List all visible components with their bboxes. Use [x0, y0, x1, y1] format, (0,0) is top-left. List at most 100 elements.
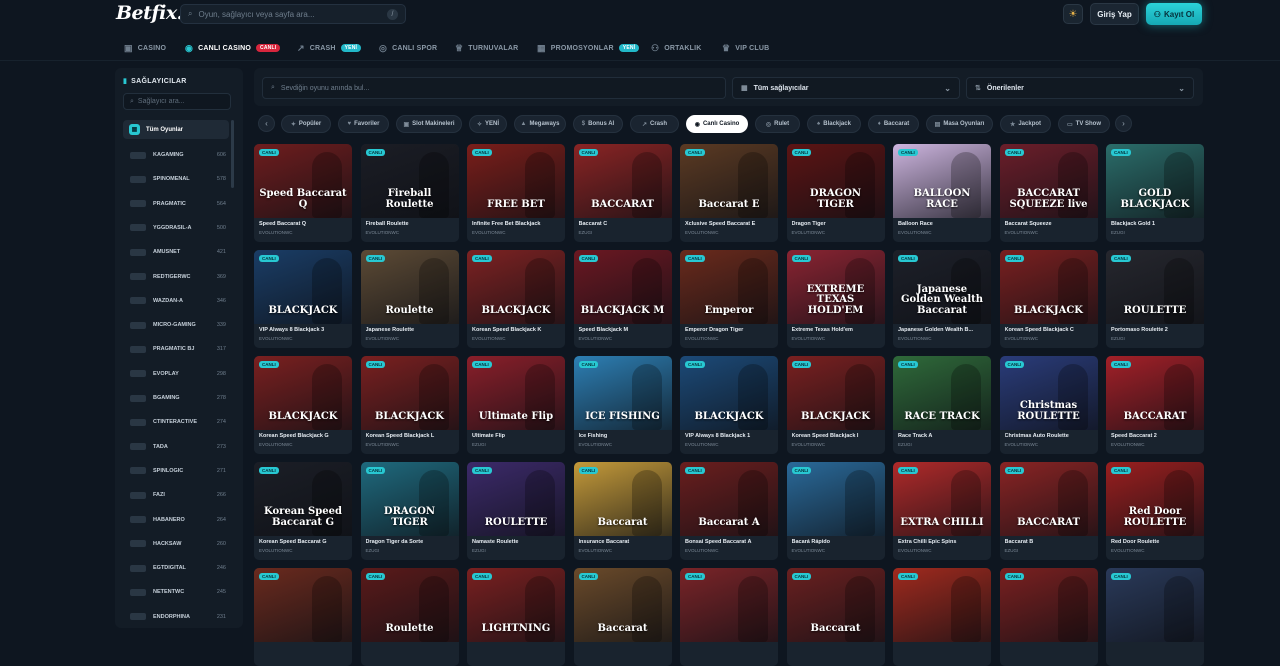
game-thumbnail[interactable]: CANLI [680, 568, 778, 642]
game-card[interactable]: BACCARAT CANLI Baccarat B EZUGI [999, 462, 1098, 560]
game-card[interactable]: ROULETTE CANLI Namaste Roulette EZUGI [467, 462, 565, 560]
sidebar-item-provider[interactable]: WAZDAN-A 346 [130, 294, 226, 308]
game-card[interactable]: GOLD BLACKJACK CANLI Blackjack Gold 1 EZUGI [1106, 144, 1204, 242]
game-thumbnail[interactable]: BLACKJACK CANLI [254, 356, 352, 430]
provider-search-input[interactable]: ⌕ Sağlayıcı ara... [123, 93, 231, 110]
chip-megaways[interactable]: ▲ Megaways [514, 115, 566, 133]
nav-item-promosyonlar[interactable]: ▦ PROMOSYONLAR YENİ [537, 35, 640, 61]
sidebar-item-provider[interactable]: SPINLOGIC 271 [130, 464, 226, 478]
game-card[interactable]: Baccarat CANLI [786, 568, 885, 666]
chip-crash[interactable]: ↗ Crash [630, 115, 679, 133]
game-card[interactable]: BACCARAT CANLI Speed Baccarat 2 EVOLUTIONWC [1106, 356, 1204, 454]
game-card[interactable]: Red Door ROULETTE CANLI Red Door Roulette E… [1106, 462, 1204, 560]
game-card[interactable]: Fireball Roulette CANLI Fireball Roulette E… [360, 144, 459, 242]
game-thumbnail[interactable]: Baccarat CANLI [786, 568, 885, 642]
game-thumbnail[interactable]: CANLI [999, 568, 1098, 642]
game-card[interactable]: Roulette CANLI [360, 568, 459, 666]
game-thumbnail[interactable]: BLACKJACK CANLI [786, 356, 885, 430]
game-card[interactable]: RACE TRACK CANLI Race Track A EZUGI [893, 356, 991, 454]
game-thumbnail[interactable]: DRAGON TIGER CANLI [360, 462, 459, 536]
game-thumbnail[interactable]: EXTRA CHILLI CANLI [893, 462, 991, 536]
game-card[interactable]: EXTREME TEXAS HOLD'EM CANLI Extreme Texas … [786, 250, 885, 348]
sidebar-scrollbar[interactable] [231, 120, 234, 188]
game-card[interactable]: BLACKJACK CANLI Korean Speed Blackjack K EV… [467, 250, 565, 348]
game-thumbnail[interactable]: Baccarat E CANLI [680, 144, 778, 218]
game-thumbnail[interactable]: BLACKJACK CANLI [680, 356, 778, 430]
sidebar-item-provider[interactable]: ENDORPHINA 231 [130, 610, 226, 624]
game-thumbnail[interactable]: Japanese Golden Wealth Baccarat CANLI [893, 250, 991, 324]
game-thumbnail[interactable]: CANLI [893, 568, 991, 642]
game-thumbnail[interactable]: Ultimate Flip CANLI [467, 356, 565, 430]
sidebar-item-provider[interactable]: SPINOMENAL 578 [130, 172, 226, 186]
game-thumbnail[interactable]: FREE BET CANLI [467, 144, 565, 218]
login-button[interactable]: Giriş Yap [1090, 3, 1139, 25]
game-thumbnail[interactable]: CANLI [1106, 568, 1204, 642]
sidebar-item-provider[interactable]: BGAMING 278 [130, 391, 226, 405]
sidebar-item-provider[interactable]: CTINTERACTIVE 274 [130, 415, 226, 429]
game-card[interactable]: BALLOON RACE CANLI Balloon Race EVOLUTIONWC [893, 144, 991, 242]
game-card[interactable]: BACCARAT CANLI Baccarat C EZUGI [573, 144, 672, 242]
chips-prev-button[interactable]: ‹ [258, 115, 275, 132]
game-thumbnail[interactable]: BACCARAT CANLI [1106, 356, 1204, 430]
game-card[interactable]: BLACKJACK M CANLI Speed Blackjack M EVOLUTI… [573, 250, 672, 348]
nav-item-canli-casino[interactable]: ◉ CANLI CASINO CANLI [185, 35, 281, 61]
game-thumbnail[interactable]: Speed Baccarat Q CANLI [254, 144, 352, 218]
sidebar-item-provider[interactable]: KAGAMING 606 [130, 148, 226, 162]
game-search-input[interactable]: ⌕ Sevdiğin oyunu anında bul... [262, 77, 726, 99]
chip-rulet[interactable]: ◎ Rulet [755, 115, 800, 133]
game-card[interactable]: FREE BET CANLI Infinite Free Bet Blackjack… [467, 144, 565, 242]
game-thumbnail[interactable]: CANLI [786, 462, 885, 536]
game-thumbnail[interactable]: Fireball Roulette CANLI [360, 144, 459, 218]
game-card[interactable]: CANLI [1106, 568, 1204, 666]
game-thumbnail[interactable]: Roulette CANLI [360, 250, 459, 324]
game-thumbnail[interactable]: BACCARAT CANLI [573, 144, 672, 218]
chip-yeni̇[interactable]: ✧ YENİ [469, 115, 507, 133]
chip-baccarat[interactable]: ♦ Baccarat [868, 115, 919, 133]
site-logo[interactable]: Betfix. [116, 2, 183, 24]
sidebar-item-provider[interactable]: YGGDRASIL-A 500 [130, 221, 226, 235]
game-card[interactable]: LIGHTNING CANLI [467, 568, 565, 666]
game-thumbnail[interactable]: BACCARAT CANLI [999, 462, 1098, 536]
register-button[interactable]: ⚇ Kayıt Ol [1146, 3, 1202, 25]
game-card[interactable]: CANLI [893, 568, 991, 666]
game-thumbnail[interactable]: BALLOON RACE CANLI [893, 144, 991, 218]
game-thumbnail[interactable]: LIGHTNING CANLI [467, 568, 565, 642]
global-search-input[interactable]: ⌕ Oyun, sağlayıcı veya sayfa ara... / [180, 4, 406, 24]
game-thumbnail[interactable]: EXTREME TEXAS HOLD'EM CANLI [786, 250, 885, 324]
chip-masa-oyunları[interactable]: ▤ Masa Oyunları [926, 115, 993, 133]
chip-canlı-casino[interactable]: ◉ Canlı Casino [686, 115, 748, 133]
game-thumbnail[interactable]: Baccarat CANLI [573, 462, 672, 536]
game-thumbnail[interactable]: ROULETTE CANLI [1106, 250, 1204, 324]
game-thumbnail[interactable]: DRAGON TIGER CANLI [786, 144, 885, 218]
game-thumbnail[interactable]: ROULETTE CANLI [467, 462, 565, 536]
chip-favoriler[interactable]: ♥ Favoriler [338, 115, 389, 133]
game-thumbnail[interactable]: BLACKJACK CANLI [254, 250, 352, 324]
chip-popüler[interactable]: ✦ Popüler [281, 115, 331, 133]
game-thumbnail[interactable]: CANLI [254, 568, 352, 642]
game-card[interactable]: BACCARAT SQUEEZE live CANLI Baccarat Squee… [999, 144, 1098, 242]
nav-item-ortaklik[interactable]: ⚇ ORTAKLIK [651, 35, 702, 61]
game-thumbnail[interactable]: Emperor CANLI [680, 250, 778, 324]
nav-item-turnuvalar[interactable]: ♕ TURNUVALAR [455, 35, 518, 61]
sidebar-item-provider[interactable]: HABANERO 264 [130, 513, 226, 527]
game-card[interactable]: DRAGON TIGER CANLI Dragon Tiger da Sorte EZ… [360, 462, 459, 560]
theme-toggle-button[interactable]: ☀ [1063, 4, 1083, 24]
nav-item-casino[interactable]: ▣ CASINO [124, 35, 166, 61]
game-thumbnail[interactable]: Baccarat CANLI [573, 568, 672, 642]
game-thumbnail[interactable]: BLACKJACK CANLI [467, 250, 565, 324]
nav-item-crash[interactable]: ↗ CRASH YENİ [297, 35, 362, 61]
game-card[interactable]: BLACKJACK CANLI Korean Speed Blackjack G EV… [254, 356, 352, 454]
game-card[interactable]: BLACKJACK CANLI VIP Always 8 Blackjack 1 EV… [680, 356, 778, 454]
game-thumbnail[interactable]: BLACKJACK CANLI [999, 250, 1098, 324]
sidebar-item-provider[interactable]: AMUSNET 421 [130, 245, 226, 259]
nav-item-canli-spor[interactable]: ◎ CANLI SPOR [379, 35, 437, 61]
game-thumbnail[interactable]: Christmas ROULETTE CANLI [999, 356, 1098, 430]
game-thumbnail[interactable]: BLACKJACK CANLI [360, 356, 459, 430]
nav-item-vip-club[interactable]: ♛ VIP CLUB [722, 35, 769, 61]
provider-select[interactable]: ▦ Tüm sağlayıcılar ⌄ [732, 77, 960, 99]
sidebar-item-provider[interactable]: MICRO-GAMING 339 [130, 318, 226, 332]
game-thumbnail[interactable]: RACE TRACK CANLI [893, 356, 991, 430]
sidebar-item-provider[interactable]: EGTDIGITAL 246 [130, 561, 226, 575]
game-thumbnail[interactable]: BACCARAT SQUEEZE live CANLI [999, 144, 1098, 218]
game-thumbnail[interactable]: BLACKJACK M CANLI [573, 250, 672, 324]
